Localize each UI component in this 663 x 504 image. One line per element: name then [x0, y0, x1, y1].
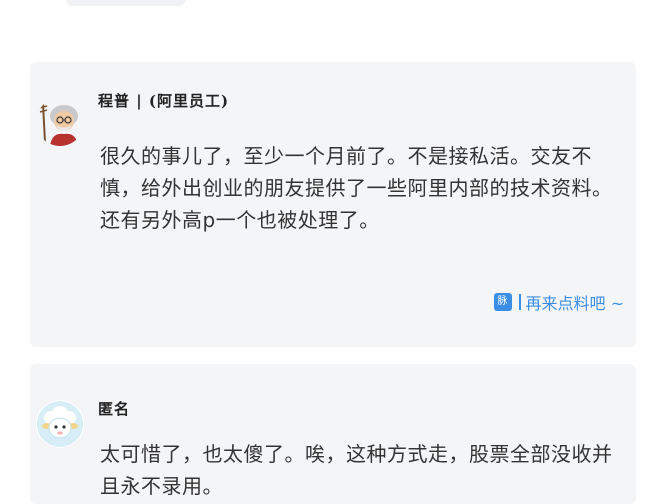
comment-author[interactable]: 匿名	[98, 398, 130, 419]
previous-card-remnant	[66, 0, 186, 6]
maimai-badge-icon: 脉	[493, 293, 512, 311]
comment-text: 很久的事儿了，至少一个月前了。不是接私活。交友不慎，给外出创业的朋友提供了一些阿…	[100, 144, 613, 232]
comment-text: 太可惜了，也太傻了。唉，这种方式走，股票全部没收并且永不录用。	[100, 442, 613, 498]
comment-author[interactable]: 程普 | (阿里员工)	[98, 90, 229, 111]
comment-card: 程普 | (阿里员工) 很久的事儿了，至少一个月前了。不是接私活。交友不慎，给外…	[30, 62, 636, 347]
more-gossip-link[interactable]: 脉 再来点料吧 ~	[493, 290, 625, 314]
previous-card-edge	[14, 0, 640, 36]
sheep-avatar-icon[interactable]	[36, 400, 84, 448]
elderly-man-avatar-icon[interactable]	[36, 98, 84, 146]
comment-card: 匿名 太可惜了，也太傻了。唉，这种方式走，股票全部没收并且永不录用。	[30, 364, 636, 504]
link-divider	[518, 294, 521, 310]
more-gossip-label: 再来点料吧 ~	[525, 294, 625, 313]
